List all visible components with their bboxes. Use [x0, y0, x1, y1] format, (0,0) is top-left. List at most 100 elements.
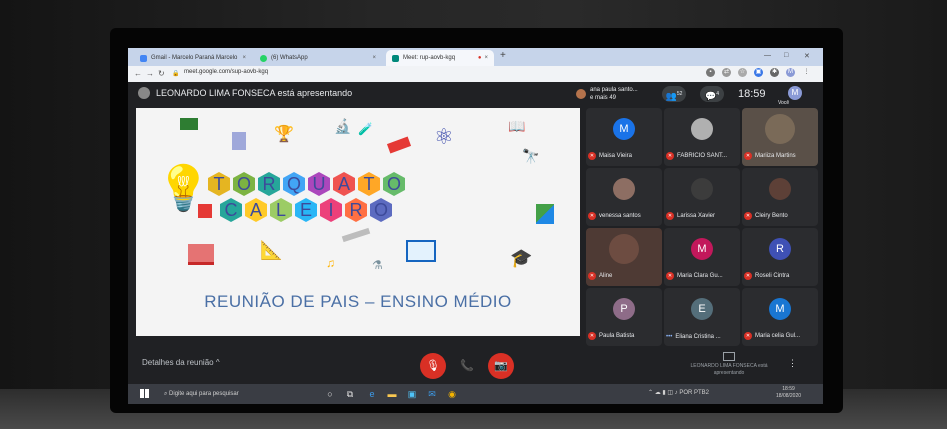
mic-off-icon: 🎙 [426, 360, 440, 372]
tab-label: (6) WhatsApp [271, 55, 308, 61]
forward-icon[interactable]: → [146, 69, 154, 78]
hex-letter: Q [283, 172, 305, 196]
tab-label: Meet: rup-aovb-kgq [403, 55, 456, 61]
people-icon: 👥 [665, 91, 677, 101]
hangup-icon: 📞 [460, 360, 474, 372]
participant-name: ••• Eliana Cristina ... [666, 334, 721, 340]
taskbar-search-box[interactable]: ⌕ Digite aqui para pesquisar [156, 387, 314, 401]
participant-tile[interactable]: R ✕ Roseli Cintra [742, 228, 818, 286]
store-icon[interactable]: ▣ [406, 388, 418, 400]
close-window-button[interactable]: ✕ [804, 52, 810, 60]
presenting-indicator[interactable]: LEONARDO LIMA FONSECA está apresentando [684, 352, 774, 377]
minimize-button[interactable]: — [764, 52, 771, 59]
translate-icon[interactable]: ⇄ [722, 68, 731, 77]
participant-tile[interactable]: ✕ Larissa Xavier [664, 168, 740, 226]
tab-whatsapp[interactable]: (6) WhatsApp × [254, 50, 382, 66]
windows-start-icon[interactable] [140, 389, 149, 398]
hex-letter: C [220, 198, 242, 222]
presentation-slide[interactable]: 🏆 🔬 🧪 ⚛ 📖 🔭 💡 T O R Q U A T O C A L E I … [136, 108, 580, 336]
url-field[interactable]: meet.google.com/sup-aovb-kgq [184, 69, 268, 75]
star-icon[interactable]: ☆ [738, 68, 747, 77]
people-button[interactable]: 👥52 [662, 86, 686, 102]
chrome-icon[interactable]: ◉ [446, 388, 458, 400]
meeting-details-button[interactable]: Detalhes da reunião ^ [142, 358, 220, 367]
participant-tile[interactable]: M ✕ Maria celia Gul... [742, 288, 818, 346]
taskbar-clock[interactable]: 18:59 18/08/2020 [776, 386, 801, 400]
participant-tile[interactable]: ✕ Aline [586, 228, 662, 286]
file-explorer-icon[interactable]: ▬ [386, 388, 398, 400]
participant-name: ✕ Paula Batista [588, 332, 635, 340]
graduation-cap-icon: 🎓 [510, 248, 533, 268]
participant-tile[interactable]: M ✕ Maria Clara Gu... [664, 228, 740, 286]
hex-letter: A [245, 198, 267, 222]
cortana-icon[interactable]: ○ [324, 388, 336, 400]
participant-tile[interactable]: E ••• Eliana Cristina ... [664, 288, 740, 346]
edge-icon[interactable]: e [366, 388, 378, 400]
task-view-icon[interactable]: ⧉ [344, 388, 356, 400]
menu-dots-icon[interactable]: ⋮ [802, 68, 811, 77]
mic-toggle-button[interactable]: 🎙 [420, 353, 446, 379]
camera-toggle-button[interactable]: 📷 [488, 353, 514, 379]
participant-tile[interactable]: ✕ venessa santos [586, 168, 662, 226]
microscope-icon: 🔬 [334, 118, 352, 134]
participant-tile[interactable]: ✕ Mariiza Martins [742, 108, 818, 166]
participant-avatar: M [769, 298, 791, 320]
camera-off-icon: 📷 [494, 360, 508, 372]
self-avatar[interactable]: M [788, 86, 802, 100]
chat-icon: 💬 [705, 91, 717, 101]
camera-permission-icon[interactable]: ▪ [706, 68, 715, 77]
windows-taskbar: ⌕ Digite aqui para pesquisar ○ ⧉ e ▬ ▣ ✉… [128, 384, 823, 404]
certificate-icon [232, 132, 246, 150]
slide-title: REUNIÃO DE PAIS – ENSINO MÉDIO [204, 292, 512, 311]
chip-line2: e mais 49 [590, 95, 617, 101]
flask-icon: ⚗ [372, 258, 383, 272]
profile-icon[interactable]: M [786, 68, 795, 77]
participant-tile[interactable]: ✕ Cleiry Bento [742, 168, 818, 226]
mic-off-icon: ✕ [588, 212, 596, 220]
participant-video [765, 114, 795, 144]
participant-video [609, 234, 639, 264]
meet-control-bar: Detalhes da reunião ^ 🎙 📞 📷 LEONARDO LIM… [128, 346, 823, 384]
hex-letter: T [208, 172, 230, 196]
participant-tile[interactable]: M ✕ Maisa Vieira [586, 108, 662, 166]
participant-avatar: M [691, 238, 713, 260]
participant-tile[interactable]: P ✕ Paula Batista [586, 288, 662, 346]
participants-chip[interactable]: ana paula santo... e mais 49 [590, 86, 638, 102]
hex-letter: R [258, 172, 280, 196]
puzzle-icon[interactable]: ✱ [770, 68, 779, 77]
more-options-button[interactable]: ⋮ [788, 358, 797, 369]
close-tab-icon[interactable]: × [242, 55, 246, 61]
close-tab-icon[interactable]: × [372, 55, 376, 61]
speaking-icon: ••• [666, 334, 673, 340]
browser-tab-bar: Gmail - Marcelo Paraná Marcelo × (6) Wha… [128, 48, 823, 66]
projector-screen-icon [406, 240, 436, 262]
mic-off-icon: ✕ [666, 272, 674, 280]
whatsapp-icon [260, 54, 267, 62]
hangup-button[interactable]: 📞 [454, 353, 480, 379]
tab-meet[interactable]: Meet: rup-aovb-kgq ● × [386, 50, 494, 66]
system-tray[interactable]: ⌃ ☁ ▮ ◫ ♪ POR PTB2 [648, 389, 709, 396]
participant-name: ✕ Maria Clara Gu... [666, 272, 723, 280]
close-tab-icon[interactable]: × [484, 55, 488, 61]
extension-icon[interactable]: ▣ [754, 68, 763, 77]
tab-gmail[interactable]: Gmail - Marcelo Paraná Marcelo × [134, 50, 252, 66]
books-stack-icon [188, 244, 214, 265]
chat-button[interactable]: 💬4 [700, 86, 724, 102]
participant-tile[interactable]: ✕ FABRICIO SANT... [664, 108, 740, 166]
chip-line1: ana paula santo... [590, 87, 638, 93]
taskbar-time: 18:59 [782, 386, 795, 392]
hex-letter: E [295, 198, 317, 222]
caleiro-hex-row: C A L E I R O [220, 198, 395, 222]
tab-label: Gmail - Marcelo Paraná Marcelo [151, 55, 238, 61]
participant-name: ✕ Cleiry Bento [744, 212, 788, 220]
maximize-button[interactable]: □ [784, 52, 788, 59]
participant-avatar: R [769, 238, 791, 260]
participant-avatar: P [613, 298, 635, 320]
back-icon[interactable]: ← [134, 69, 142, 78]
mail-icon[interactable]: ✉ [426, 388, 438, 400]
participant-photo [691, 178, 713, 200]
reload-icon[interactable]: ↻ [158, 69, 165, 78]
new-tab-button[interactable]: + [500, 50, 506, 61]
ruler-icon [341, 227, 371, 243]
hex-letter: A [333, 172, 355, 196]
